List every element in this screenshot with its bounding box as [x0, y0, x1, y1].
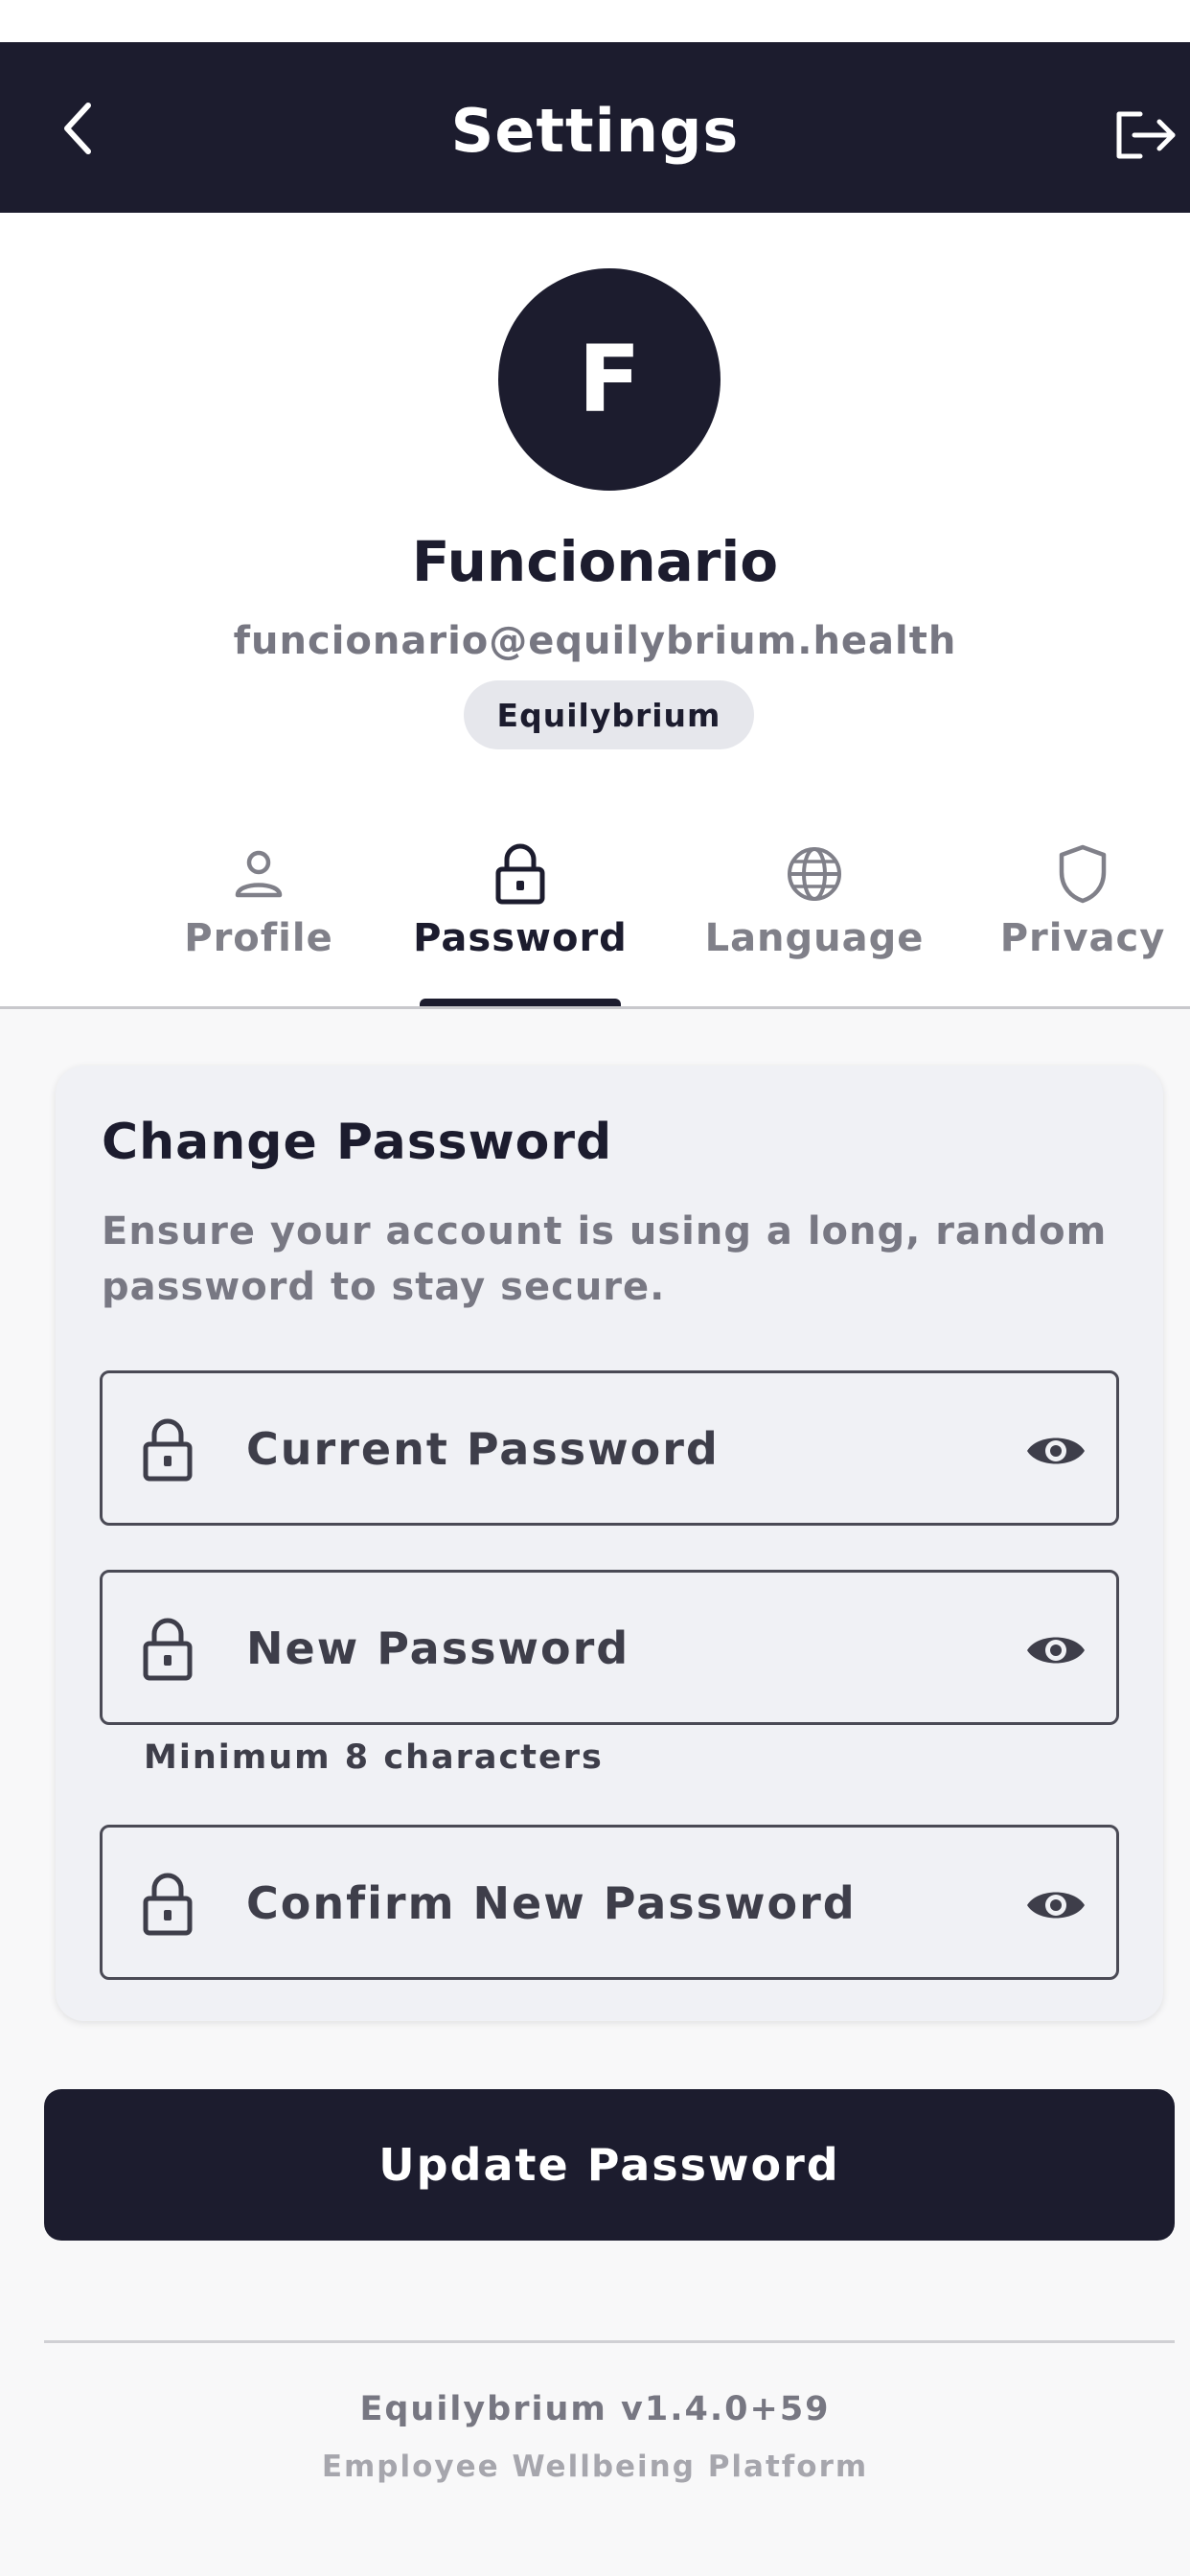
card-description: Ensure your account is using a long, ran… — [102, 1209, 1108, 1309]
logout-button[interactable] — [1111, 102, 1190, 169]
organization-badge: Equilybrium — [464, 680, 754, 749]
lock-icon — [143, 1618, 193, 1681]
app-version: Equilybrium v1.4.0+59 — [359, 2390, 831, 2428]
shield-icon — [1052, 843, 1113, 905]
lock-icon — [490, 843, 551, 905]
tab-profile[interactable]: Profile — [172, 824, 345, 1008]
page-title: Settings — [450, 96, 740, 166]
password-helper-text: Minimum 8 characters — [144, 1738, 604, 1777]
settings-tabs: Profile Password Language Privacy — [0, 824, 1190, 1008]
tab-password[interactable]: Password — [412, 824, 629, 1008]
tab-label: Profile — [184, 916, 333, 960]
app-header: Settings — [0, 42, 1190, 213]
globe-icon — [784, 843, 845, 905]
lock-icon — [143, 1418, 193, 1482]
eye-icon[interactable] — [1022, 1872, 1089, 1939]
field-placeholder: Current Password — [246, 1423, 720, 1475]
new-password-field[interactable]: New Password — [100, 1570, 1119, 1725]
tab-language[interactable]: Language — [699, 824, 929, 1008]
lock-icon — [143, 1873, 193, 1936]
eye-icon[interactable] — [1022, 1617, 1089, 1684]
eye-icon[interactable] — [1022, 1417, 1089, 1484]
field-placeholder: Confirm New Password — [246, 1877, 857, 1929]
settings-screen: Settings F Funcionario funcionario@equil… — [0, 0, 1190, 2576]
tab-label: Language — [704, 916, 925, 960]
status-bar — [0, 0, 1190, 42]
footer-divider — [44, 2340, 1175, 2343]
tab-privacy[interactable]: Privacy — [996, 824, 1169, 1008]
card-title: Change Password — [102, 1114, 613, 1171]
avatar: F — [498, 268, 721, 491]
person-icon — [228, 843, 289, 905]
logout-icon — [1116, 111, 1176, 159]
current-password-field[interactable]: Current Password — [100, 1370, 1119, 1526]
tab-label: Privacy — [999, 916, 1166, 960]
update-password-button[interactable]: Update Password — [44, 2089, 1175, 2241]
app-tagline: Employee Wellbeing Platform — [321, 2450, 869, 2484]
tabs-divider — [0, 1006, 1190, 1009]
user-email: funcionario@equilybrium.health — [233, 619, 957, 663]
tab-label: Password — [413, 916, 628, 960]
field-placeholder: New Password — [246, 1622, 630, 1674]
confirm-password-field[interactable]: Confirm New Password — [100, 1825, 1119, 1980]
user-name: Funcionario — [411, 529, 779, 594]
change-password-card: Change Password Ensure your account is u… — [56, 1066, 1163, 2021]
